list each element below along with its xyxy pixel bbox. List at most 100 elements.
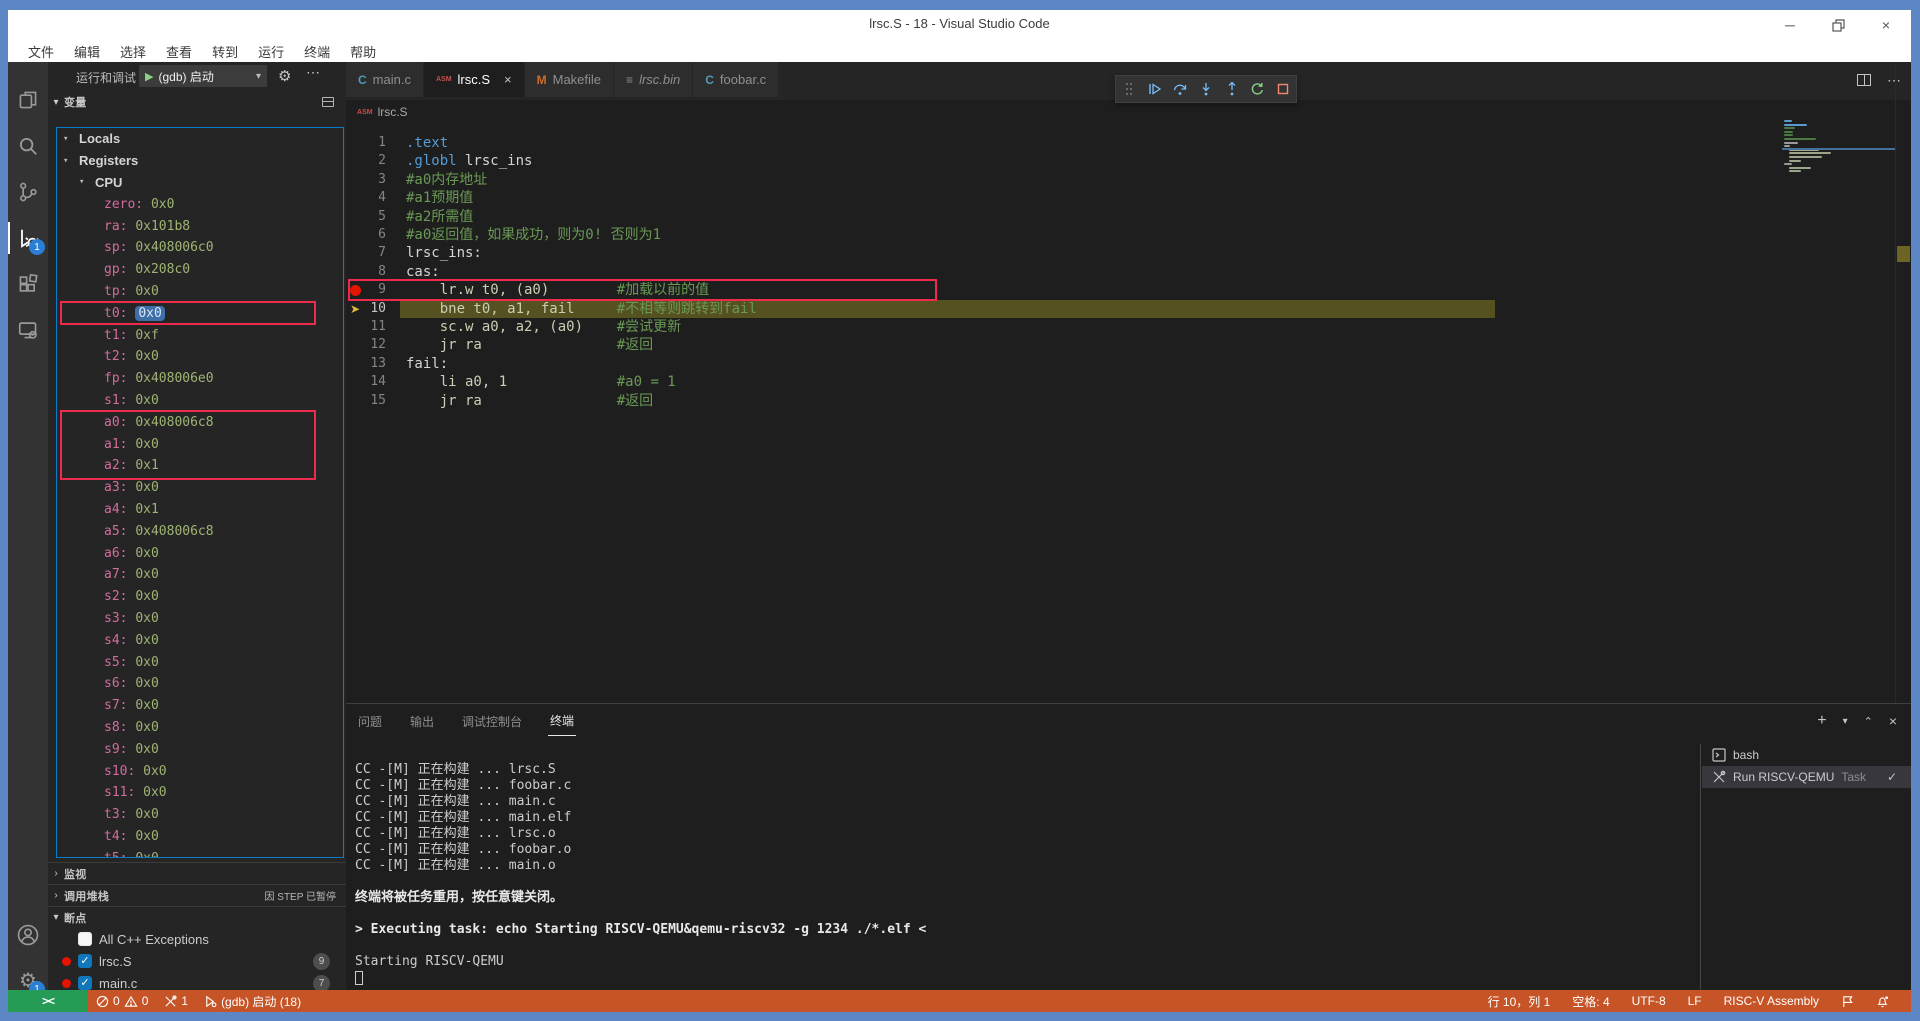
register-row-a6[interactable]: a6: 0x0 xyxy=(57,542,343,564)
breakpoint-checkbox[interactable] xyxy=(78,932,92,946)
variables-section-header[interactable]: ▾ 变量 xyxy=(48,90,346,114)
maximize-button[interactable] xyxy=(1827,14,1849,36)
register-row-fp[interactable]: fp: 0x408006e0 xyxy=(57,368,343,390)
callstack-section-header[interactable]: › 调用堆栈 因 STEP 已暂停 xyxy=(48,884,346,906)
debug-more-actions-icon[interactable]: ⋯ xyxy=(306,64,320,81)
breakpoint-checkbox[interactable]: ✓ xyxy=(78,954,92,968)
remote-explorer-icon[interactable] xyxy=(8,310,48,350)
remote-indicator[interactable]: >< xyxy=(8,990,88,1012)
start-debug-icon[interactable]: ▶ xyxy=(145,70,153,83)
run-debug-icon[interactable]: 1 xyxy=(8,218,48,258)
menu-item-终端[interactable]: 终端 xyxy=(294,42,340,61)
register-row-a5[interactable]: a5: 0x408006c8 xyxy=(57,520,343,542)
terminal-session-run-riscv-qemu[interactable]: Run RISCV-QEMUTask✓ xyxy=(1702,766,1911,788)
breakpoints-section-header[interactable]: ▾ 断点 xyxy=(48,906,346,928)
register-row-s5[interactable]: s5: 0x0 xyxy=(57,651,343,673)
tab-lrsc-S[interactable]: ASMlrsc.S× xyxy=(424,62,525,97)
gutter-glyph[interactable] xyxy=(348,171,362,189)
minimize-button[interactable]: ─ xyxy=(1779,14,1801,36)
menu-item-选择[interactable]: 选择 xyxy=(110,42,156,61)
eol-sequence[interactable]: LF xyxy=(1680,990,1710,1012)
breakpoint-row-lrsc-s[interactable]: ✓lrsc.S9 xyxy=(48,950,346,972)
menu-item-转到[interactable]: 转到 xyxy=(202,42,248,61)
register-row-s6[interactable]: s6: 0x0 xyxy=(57,673,343,695)
stop-button[interactable] xyxy=(1272,78,1294,100)
register-row-sp[interactable]: sp: 0x408006c0 xyxy=(57,237,343,259)
minimap[interactable] xyxy=(1782,120,1895,703)
gutter-glyph[interactable] xyxy=(348,208,362,226)
terminal-session-bash[interactable]: bash xyxy=(1702,744,1911,766)
gutter-glyph[interactable] xyxy=(348,152,362,170)
cursor-position[interactable]: 行 10，列 1 xyxy=(1480,990,1559,1012)
close-panel-icon[interactable]: × xyxy=(1889,713,1897,729)
encoding[interactable]: UTF-8 xyxy=(1624,990,1674,1012)
panel-tab-输出[interactable]: 输出 xyxy=(408,707,436,736)
gutter-glyph[interactable]: ➤ xyxy=(348,300,362,318)
restart-button[interactable] xyxy=(1246,78,1268,100)
register-row-s8[interactable]: s8: 0x0 xyxy=(57,717,343,739)
breakpoint-row-all-c-exceptions[interactable]: All C++ Exceptions xyxy=(48,928,346,950)
register-row-t0[interactable]: t0: 0x0 xyxy=(57,302,343,324)
launch-gear-icon[interactable]: ⚙ xyxy=(278,67,291,85)
breakpoint-checkbox[interactable]: ✓ xyxy=(78,976,92,990)
feedback-icon[interactable] xyxy=(1833,990,1862,1012)
problems-status[interactable]: 0 0 xyxy=(88,990,156,1012)
menu-item-帮助[interactable]: 帮助 xyxy=(340,42,386,61)
register-row-tp[interactable]: tp: 0x0 xyxy=(57,281,343,303)
register-row-s1[interactable]: s1: 0x0 xyxy=(57,390,343,412)
register-row-s9[interactable]: s9: 0x0 xyxy=(57,738,343,760)
register-row-ra[interactable]: ra: 0x101b8 xyxy=(57,215,343,237)
close-button[interactable]: × xyxy=(1875,14,1897,36)
step-into-button[interactable] xyxy=(1195,78,1217,100)
register-row-s10[interactable]: s10: 0x0 xyxy=(57,760,343,782)
tree-node-registers[interactable]: ▾Registers xyxy=(57,150,343,172)
menu-item-查看[interactable]: 查看 xyxy=(156,42,202,61)
breadcrumb[interactable]: ASM lrsc.S xyxy=(357,102,408,122)
source-control-icon[interactable] xyxy=(8,172,48,212)
register-row-a4[interactable]: a4: 0x1 xyxy=(57,499,343,521)
tab-lrsc-bin[interactable]: ≡lrsc.bin xyxy=(614,62,693,97)
overview-ruler[interactable] xyxy=(1895,62,1911,703)
gutter-glyph[interactable] xyxy=(348,189,362,207)
register-row-s4[interactable]: s4: 0x0 xyxy=(57,629,343,651)
tree-node-cpu[interactable]: ▾CPU xyxy=(57,172,343,194)
indentation[interactable]: 空格: 4 xyxy=(1564,990,1617,1012)
close-tab-icon[interactable]: × xyxy=(504,72,512,87)
tab-main-c[interactable]: Cmain.c xyxy=(346,62,424,97)
menu-item-编辑[interactable]: 编辑 xyxy=(64,42,110,61)
gutter-glyph[interactable] xyxy=(348,226,362,244)
launch-config-select[interactable]: ▶ (gdb) 启动 ▾ xyxy=(139,65,267,87)
register-row-t1[interactable]: t1: 0xf xyxy=(57,324,343,346)
continue-button[interactable] xyxy=(1144,78,1166,100)
breakpoint-row-main-c[interactable]: ✓main.c7 xyxy=(48,972,346,990)
gutter-glyph[interactable] xyxy=(348,318,362,336)
register-row-a1[interactable]: a1: 0x0 xyxy=(57,433,343,455)
gutter-glyph[interactable] xyxy=(348,392,362,410)
register-row-s2[interactable]: s2: 0x0 xyxy=(57,586,343,608)
split-editor-icon[interactable] xyxy=(1857,74,1871,86)
register-row-t4[interactable]: t4: 0x0 xyxy=(57,826,343,848)
panel-tab-终端[interactable]: 终端 xyxy=(548,706,576,736)
tasks-status[interactable]: 1 xyxy=(156,990,196,1012)
tree-node-locals[interactable]: ▾Locals xyxy=(57,128,343,150)
gutter-glyph[interactable] xyxy=(348,373,362,391)
menu-item-运行[interactable]: 运行 xyxy=(248,42,294,61)
variables-panel-icon[interactable] xyxy=(322,97,334,107)
gutter-glyph[interactable] xyxy=(348,336,362,354)
register-row-a0[interactable]: a0: 0x408006c8 xyxy=(57,411,343,433)
drag-handle-icon[interactable] xyxy=(1118,78,1140,100)
step-over-button[interactable] xyxy=(1169,78,1191,100)
gutter-glyph[interactable] xyxy=(348,355,362,373)
extensions-icon[interactable] xyxy=(8,264,48,304)
tab-Makefile[interactable]: MMakefile xyxy=(525,62,614,97)
register-row-t3[interactable]: t3: 0x0 xyxy=(57,804,343,826)
terminal-output[interactable]: CC -[M] 正在构建 ... lrsc.SCC -[M] 正在构建 ... … xyxy=(355,762,1695,990)
panel-tab-调试控制台[interactable]: 调试控制台 xyxy=(460,707,524,736)
register-row-gp[interactable]: gp: 0x208c0 xyxy=(57,259,343,281)
register-row-a7[interactable]: a7: 0x0 xyxy=(57,564,343,586)
menu-item-文件[interactable]: 文件 xyxy=(18,42,64,61)
panel-tab-问题[interactable]: 问题 xyxy=(356,707,384,736)
register-row-zero[interactable]: zero: 0x0 xyxy=(57,193,343,215)
terminal-dropdown-icon[interactable]: ▾ xyxy=(1843,716,1848,727)
register-row-s7[interactable]: s7: 0x0 xyxy=(57,695,343,717)
